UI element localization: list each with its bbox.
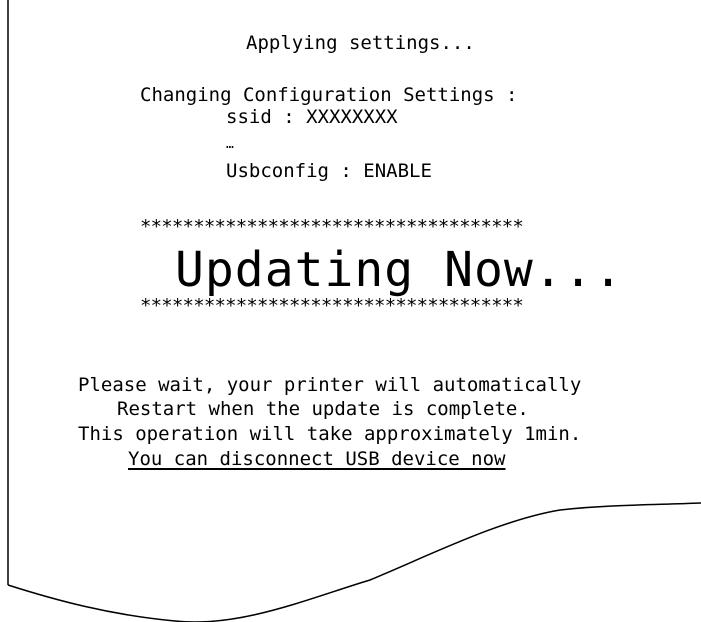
omitted-settings-ellipsis: … [226, 137, 234, 152]
wait-message-line-1: Please wait, your printer will automatic… [78, 374, 582, 396]
applying-settings-text: Applying settings... [246, 32, 475, 54]
stars-divider-top: ************************************ [140, 216, 524, 238]
wait-message-line-2: Restart when the update is complete. [117, 398, 529, 420]
disconnect-usb-message: You can disconnect USB device now [128, 448, 506, 470]
usbconfig-setting: Usbconfig : ENABLE [226, 160, 432, 182]
changing-configuration-heading: Changing Configuration Settings : [140, 84, 518, 106]
stars-divider-bottom: ************************************ [140, 295, 524, 317]
wait-message-line-3: This operation will take approximately 1… [78, 423, 582, 445]
receipt-torn-bottom-edge [7, 502, 701, 622]
updating-now-title: Updating Now... [175, 242, 624, 298]
ssid-setting: ssid : XXXXXXXX [226, 106, 398, 128]
